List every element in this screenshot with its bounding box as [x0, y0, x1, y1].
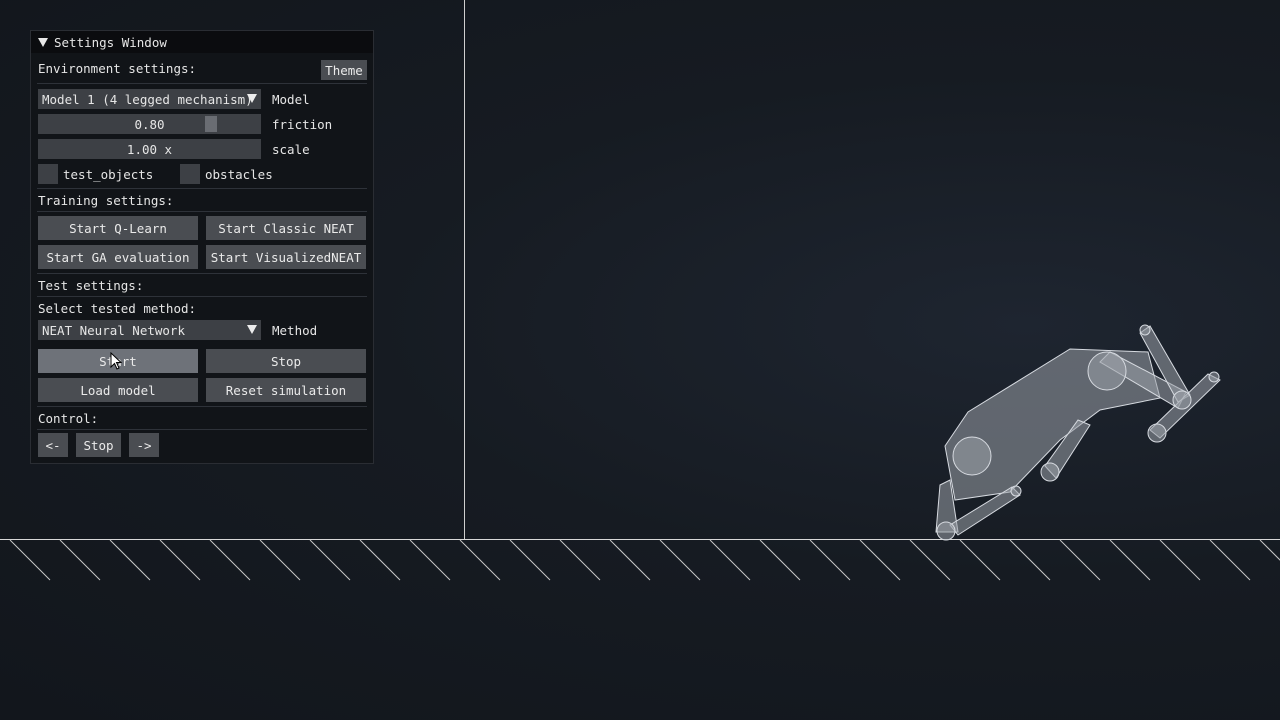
- separator: [37, 83, 367, 84]
- ground-hatch-line: [609, 539, 651, 581]
- ground-hatch-line: [659, 539, 701, 581]
- ground-hatch-line: [509, 539, 551, 581]
- move-left-button[interactable]: <-: [38, 433, 68, 457]
- separator: [37, 188, 367, 189]
- scale-slider[interactable]: 1.00 x: [38, 139, 261, 159]
- friction-slider-handle[interactable]: [205, 116, 217, 132]
- select-method-label: Select tested method:: [38, 301, 197, 316]
- stop-button[interactable]: Stop: [206, 349, 366, 373]
- control-header: Control:: [38, 411, 99, 426]
- ground-hatch-line: [1209, 539, 1251, 581]
- control-stop-button[interactable]: Stop: [76, 433, 121, 457]
- ground-hatch-line: [909, 539, 951, 581]
- ground-hatch-line: [759, 539, 801, 581]
- mouse-cursor-icon: [110, 352, 122, 370]
- start-q-learn-button[interactable]: Start Q-Learn: [38, 216, 198, 240]
- method-select-value: NEAT Neural Network: [42, 322, 185, 338]
- friction-slider[interactable]: 0.80: [38, 114, 261, 134]
- ground-hatch-line: [859, 539, 901, 581]
- separator: [37, 406, 367, 407]
- ground-hatch-line: [1259, 539, 1280, 561]
- model-label: Model: [272, 92, 310, 107]
- ground-hatch-line: [809, 539, 851, 581]
- scale-label: scale: [272, 142, 310, 157]
- model-select-value: Model 1 (4 legged mechanism): [42, 91, 253, 107]
- separator: [37, 296, 367, 297]
- ground: [0, 539, 1280, 581]
- ground-hatch-line: [559, 539, 601, 581]
- reset-simulation-button[interactable]: Reset simulation: [206, 378, 366, 402]
- ground-hatch-line: [159, 539, 201, 581]
- model-select[interactable]: Model 1 (4 legged mechanism): [38, 89, 261, 109]
- start-ga-evaluation-button[interactable]: Start GA evaluation: [38, 245, 198, 269]
- ground-hatch-line: [459, 539, 501, 581]
- start-classic-neat-button[interactable]: Start Classic NEAT: [206, 216, 366, 240]
- ground-hatch-line: [709, 539, 751, 581]
- scale-value: 1.00 x: [126, 141, 173, 157]
- ground-hatch-line: [359, 539, 401, 581]
- ground-hatch-line: [59, 539, 101, 581]
- obstacles-label: obstacles: [205, 167, 273, 182]
- load-model-button[interactable]: Load model: [38, 378, 198, 402]
- ground-hatch-line: [209, 539, 251, 581]
- ground-hatch-line: [959, 539, 1001, 581]
- ground-hatch-line: [1059, 539, 1101, 581]
- ground-hatch-line: [1159, 539, 1201, 581]
- settings-window: Settings Window Environment settings: Th…: [30, 30, 374, 464]
- obstacles-checkbox[interactable]: [180, 164, 200, 184]
- ground-hatch-line: [1009, 539, 1051, 581]
- separator: [37, 273, 367, 274]
- ground-hatch-line: [1109, 539, 1151, 581]
- friction-label: friction: [272, 117, 333, 132]
- training-settings-header: Training settings:: [38, 193, 174, 208]
- test-objects-checkbox[interactable]: [38, 164, 58, 184]
- separator: [37, 429, 367, 430]
- chevron-down-icon: [247, 94, 257, 103]
- test-settings-header: Test settings:: [38, 278, 144, 293]
- test-objects-label: test_objects: [63, 167, 154, 182]
- collapse-triangle-icon[interactable]: [38, 37, 48, 47]
- method-label: Method: [272, 323, 318, 338]
- method-select[interactable]: NEAT Neural Network: [38, 320, 261, 340]
- move-right-button[interactable]: ->: [129, 433, 159, 457]
- start-visualized-neat-button[interactable]: Start VisualizedNEAT: [206, 245, 366, 269]
- ground-hatch-line: [109, 539, 151, 581]
- ground-hatch-line: [309, 539, 351, 581]
- environment-settings-header: Environment settings:: [38, 61, 197, 76]
- ground-hatch-line: [9, 539, 51, 581]
- theme-button[interactable]: Theme: [321, 60, 367, 80]
- window-title: Settings Window: [54, 34, 167, 50]
- ground-hatch-line: [409, 539, 451, 581]
- settings-window-titlebar[interactable]: Settings Window: [31, 31, 373, 53]
- ground-hatch-line: [259, 539, 301, 581]
- chevron-down-icon: [247, 325, 257, 334]
- friction-value: 0.80: [134, 116, 165, 132]
- robot-mechanism: [935, 324, 1221, 541]
- separator: [37, 211, 367, 212]
